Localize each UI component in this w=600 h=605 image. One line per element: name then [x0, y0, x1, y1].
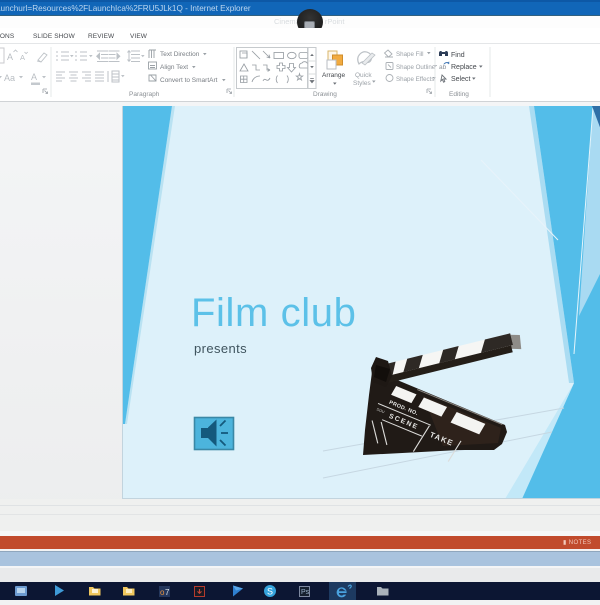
svg-text:Text Direction: Text Direction — [160, 51, 200, 58]
svg-text:7: 7 — [165, 588, 170, 597]
svg-text:Aa: Aa — [4, 73, 15, 83]
svg-text:Convert to SmartArt: Convert to SmartArt — [160, 77, 218, 84]
svg-text:Drawing: Drawing — [313, 91, 337, 98]
svg-text:Paragraph: Paragraph — [129, 91, 160, 98]
svg-text:A: A — [20, 53, 25, 62]
svg-text:Editing: Editing — [449, 91, 469, 98]
svg-text:S: S — [267, 587, 273, 597]
svg-text:Ps: Ps — [301, 589, 310, 596]
svg-text:Find: Find — [451, 52, 465, 59]
svg-text:Styles: Styles — [353, 80, 371, 87]
svg-text:ab: ab — [439, 64, 447, 71]
svg-text:Arrange: Arrange — [322, 72, 346, 79]
svg-text:Shape Outline: Shape Outline — [396, 64, 436, 71]
svg-text:Quick: Quick — [355, 72, 372, 79]
svg-text:A: A — [7, 52, 13, 62]
svg-text:Align Text: Align Text — [160, 64, 188, 71]
svg-text:A: A — [31, 72, 37, 82]
svg-text:Shape Effects: Shape Effects — [396, 76, 434, 83]
svg-text:Select: Select — [451, 76, 471, 83]
svg-text:Shape Fill: Shape Fill — [396, 51, 424, 58]
svg-text:Replace: Replace — [451, 64, 477, 71]
